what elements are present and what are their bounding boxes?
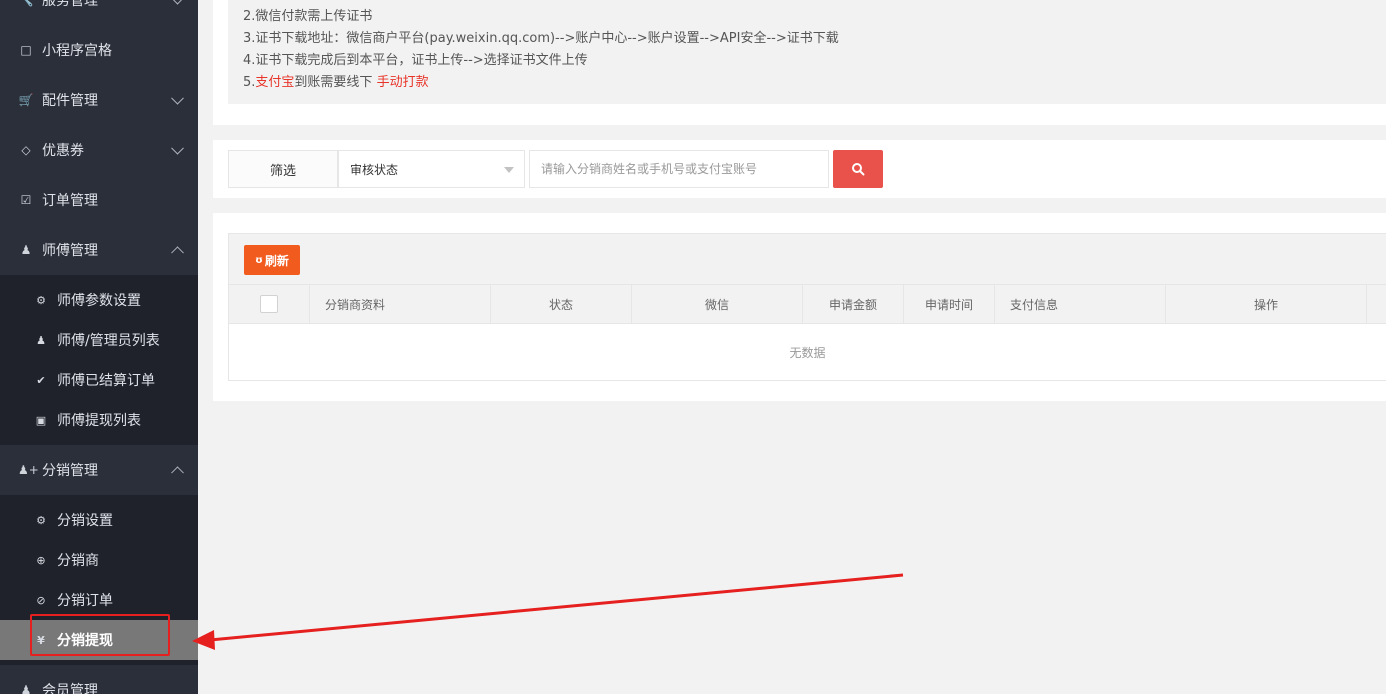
yen-icon: ¥ — [37, 633, 45, 647]
status-select-value: 审核状态 — [350, 162, 399, 177]
notice-line-2: 2.微信付款需上传证书 — [243, 9, 373, 24]
master-submenu: ⚙ 师傅参数设置 ♟ 师傅/管理员列表 ✔ 师傅已结算订单 ▣ 师傅提现列表 — [0, 275, 198, 445]
notice-line-5-prefix: 5. — [243, 75, 256, 90]
check-square-icon: ☑ — [20, 193, 32, 207]
chevron-down-icon — [171, 0, 184, 5]
sub-item-distribution-settings[interactable]: ⚙ 分销设置 — [0, 500, 198, 540]
nav-item-label: 服务管理 — [42, 0, 98, 9]
column-header: 申请时间 — [904, 285, 995, 323]
sub-item-label: 师傅已结算订单 — [57, 373, 155, 389]
nav-item-label: 会员管理 — [42, 683, 98, 694]
notice-panel: 2.微信付款需上传证书 3.证书下载地址：微信商户平台(pay.weixin.q… — [213, 0, 1386, 125]
filter-panel: 筛选 审核状态 — [213, 140, 1386, 198]
check-circle-icon: ✔ — [36, 373, 46, 387]
sub-item-label: 师傅提现列表 — [57, 413, 141, 429]
notice-line-5-mid: 到账需要线下 — [294, 75, 377, 90]
sidebar: 🔧 服务管理 □ 小程序宫格 🛒 配件管理 ◇ 优惠券 ☑ 订单管理 ♟ 师傅管… — [0, 0, 198, 694]
nav-item-members[interactable]: ♟ 会员管理 — [0, 665, 198, 694]
table-panel: ʊ 刷新 分销商资料 状态 微信 申请金额 申请时间 支付信息 操作 无数据 — [213, 213, 1386, 401]
filter-label: 筛选 — [228, 150, 338, 188]
chevron-up-icon — [171, 466, 184, 480]
nav-item-label: 订单管理 — [42, 193, 98, 209]
caret-down-icon — [504, 167, 514, 173]
money-icon: ▣ — [35, 413, 47, 427]
cart-icon: 🛒 — [18, 93, 34, 107]
users-icon: ♟ — [36, 333, 46, 347]
chevron-up-icon — [171, 246, 184, 260]
nav-item-mini-grid[interactable]: □ 小程序宫格 — [0, 25, 198, 75]
chevron-down-icon — [171, 141, 184, 155]
column-header: 微信 — [632, 285, 803, 323]
sub-item-label: 师傅参数设置 — [57, 293, 141, 309]
nav-item-coupons[interactable]: ◇ 优惠券 — [0, 125, 198, 175]
user-icon: ♟ — [20, 683, 32, 694]
sub-item-label: 分销设置 — [57, 513, 113, 529]
select-all-checkbox[interactable] — [260, 295, 278, 313]
distribution-submenu: ⚙ 分销设置 ⊕ 分销商 ⊘ 分销订单 ¥ 分销提现 — [0, 495, 198, 665]
nav-item-label: 师傅管理 — [42, 243, 98, 259]
notice-line-5: 5.支付宝到账需要线下 手动打款 — [243, 71, 429, 90]
gear-icon: ⚙ — [36, 293, 46, 307]
sub-item-master-list[interactable]: ♟ 师傅/管理员列表 — [0, 320, 198, 360]
notice-line-3: 3.证书下载地址：微信商户平台(pay.weixin.qq.com)-->账户中… — [243, 31, 839, 46]
user-plus-icon: ♟+ — [18, 463, 39, 477]
column-header: 操作 — [1166, 285, 1367, 323]
notice-manual-payment: 手动打款 — [376, 75, 429, 90]
nav-item-orders[interactable]: ☑ 订单管理 — [0, 175, 198, 225]
diamond-icon: ◇ — [21, 143, 31, 157]
notice-line-4: 4.证书下载完成后到本平台，证书上传-->选择证书文件上传 — [243, 53, 588, 68]
nav-item-parts[interactable]: 🛒 配件管理 — [0, 75, 198, 125]
check-circle-outline-icon: ⊘ — [36, 593, 46, 607]
sub-item-master-withdraw[interactable]: ▣ 师傅提现列表 — [0, 400, 198, 440]
nav-item-label: 小程序宫格 — [42, 43, 112, 59]
column-header: 状态 — [491, 285, 632, 323]
nav-item-label: 分销管理 — [42, 463, 98, 479]
table-toolbar: ʊ 刷新 — [229, 234, 1386, 285]
data-table: ʊ 刷新 分销商资料 状态 微信 申请金额 申请时间 支付信息 操作 无数据 — [228, 233, 1386, 381]
search-input[interactable] — [529, 150, 829, 188]
refresh-button[interactable]: ʊ 刷新 — [244, 245, 300, 275]
notice-box: 2.微信付款需上传证书 3.证书下载地址：微信商户平台(pay.weixin.q… — [228, 0, 1386, 104]
wrench-icon: 🔧 — [18, 0, 34, 7]
search-button[interactable] — [833, 150, 883, 188]
plus-circle-icon: ⊕ — [36, 553, 46, 567]
nav-item-label: 配件管理 — [42, 93, 98, 109]
column-header: 分销商资料 — [310, 285, 491, 323]
sub-item-master-settled[interactable]: ✔ 师傅已结算订单 — [0, 360, 198, 400]
nav-item-distribution[interactable]: ♟+ 分销管理 — [0, 445, 198, 495]
sub-item-label: 分销提现 — [57, 633, 113, 649]
nav-item-label: 优惠券 — [42, 143, 84, 159]
notice-alipay: 支付宝 — [255, 75, 295, 90]
refresh-label: 刷新 — [264, 253, 289, 268]
worker-icon: ♟ — [20, 243, 32, 257]
gear-icon: ⚙ — [36, 513, 46, 527]
refresh-icon: ʊ — [255, 254, 263, 266]
square-icon: □ — [20, 43, 32, 57]
column-header: 支付信息 — [995, 285, 1166, 323]
sub-item-label: 分销订单 — [57, 593, 113, 609]
nav-item-master[interactable]: ♟ 师傅管理 — [0, 225, 198, 275]
empty-state: 无数据 — [229, 324, 1386, 380]
sub-item-master-settings[interactable]: ⚙ 师傅参数设置 — [0, 280, 198, 320]
column-header: 申请金额 — [803, 285, 904, 323]
search-icon — [852, 163, 865, 176]
sub-item-distributors[interactable]: ⊕ 分销商 — [0, 540, 198, 580]
status-select[interactable]: 审核状态 — [338, 150, 525, 188]
nav-item-service[interactable]: 🔧 服务管理 — [0, 0, 198, 25]
chevron-down-icon — [171, 91, 184, 105]
sub-item-distribution-withdraw[interactable]: ¥ 分销提现 — [0, 620, 198, 660]
sub-item-label: 师傅/管理员列表 — [57, 333, 160, 349]
header-select-all — [229, 285, 310, 323]
sub-item-distribution-orders[interactable]: ⊘ 分销订单 — [0, 580, 198, 620]
sub-item-label: 分销商 — [57, 553, 99, 569]
table-header: 分销商资料 状态 微信 申请金额 申请时间 支付信息 操作 — [229, 285, 1386, 324]
